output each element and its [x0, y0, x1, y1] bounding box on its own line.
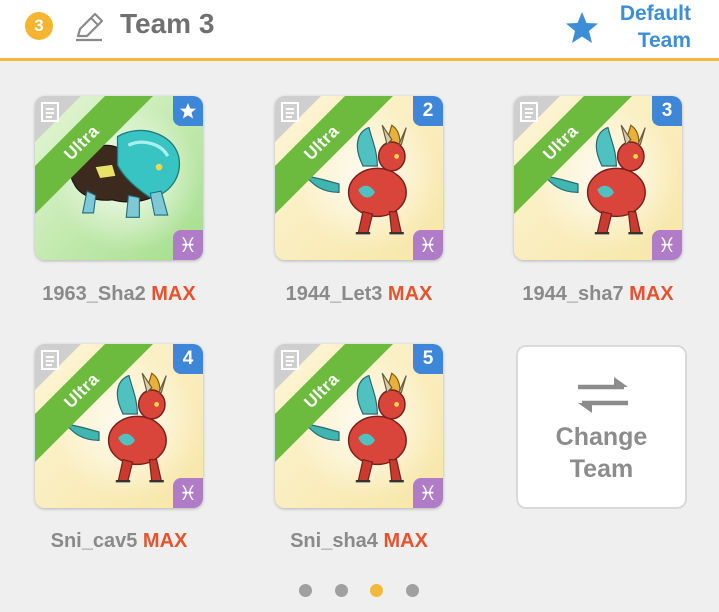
star-icon[interactable] — [564, 10, 600, 46]
page-dot-1[interactable] — [299, 584, 312, 597]
monster-name: Sni_sha4 — [290, 530, 378, 552]
page-dot-2[interactable] — [335, 584, 348, 597]
swap-arrows-icon — [578, 377, 628, 413]
slot-number-badge: 2 — [413, 96, 443, 126]
slot-number-badge: 5 — [413, 344, 443, 374]
page-indicator — [299, 584, 429, 598]
team-number-badge: 3 — [25, 12, 53, 40]
pisces-icon: ♓ — [413, 478, 443, 508]
monster-card-5[interactable]: Ultra 5 ♓ — [275, 344, 443, 508]
pisces-icon: ♓ — [413, 230, 443, 260]
notes-icon[interactable] — [41, 102, 59, 122]
pencil-icon[interactable] — [72, 11, 106, 43]
monster-card-1[interactable]: Ultra ♓ — [35, 96, 203, 260]
change-team-button[interactable]: Change Team — [516, 345, 687, 509]
change-team-label: Change Team — [518, 421, 685, 485]
slot-number-badge: 4 — [173, 344, 203, 374]
monster-name: 1963_Sha2 — [42, 283, 146, 305]
level-max: MAX — [151, 283, 196, 305]
monster-card-3[interactable]: Ultra 3 ♓ — [514, 96, 682, 260]
level-max: MAX — [629, 283, 674, 305]
monster-card-2[interactable]: Ultra 2 ♓ — [275, 96, 443, 260]
default-team-button[interactable]: Default Team — [620, 0, 691, 54]
monster-label-1: 1963_Sha2 MAX — [9, 283, 229, 306]
monster-name: 1944_sha7 — [522, 283, 624, 305]
monster-label-2: 1944_Let3 MAX — [249, 283, 469, 306]
pisces-icon: ♓ — [652, 230, 682, 260]
default-team-line2: Team — [637, 29, 691, 52]
monster-label-4: Sni_cav5 MAX — [9, 530, 229, 553]
page-dot-3[interactable] — [370, 584, 383, 597]
monster-name: 1944_Let3 — [285, 283, 383, 305]
monster-label-3: 1944_sha7 MAX — [488, 283, 708, 306]
page-dot-4[interactable] — [406, 584, 419, 597]
level-max: MAX — [142, 530, 188, 552]
default-team-line1: Default — [619, 2, 691, 25]
team-name[interactable]: Team 3 — [120, 8, 214, 40]
level-max: MAX — [383, 530, 428, 552]
monster-card-4[interactable]: Ultra 4 ♓ — [35, 344, 203, 508]
slot-number-badge: 3 — [652, 96, 682, 126]
star-icon — [180, 103, 196, 119]
notes-icon[interactable] — [281, 350, 299, 370]
notes-icon[interactable] — [281, 102, 299, 122]
top-bar: 3 Team 3 Default Team — [0, 0, 719, 61]
leader-star-badge — [173, 96, 203, 126]
level-max: MAX — [387, 283, 433, 305]
change-team-line1: Change — [555, 423, 648, 451]
change-team-line2: Team — [569, 455, 634, 483]
notes-icon[interactable] — [520, 102, 538, 122]
notes-icon[interactable] — [41, 350, 59, 370]
pisces-icon: ♓ — [173, 478, 203, 508]
pisces-icon: ♓ — [173, 230, 203, 260]
monster-name: Sni_cav5 — [50, 530, 138, 552]
monster-label-5: Sni_sha4 MAX — [249, 530, 469, 553]
